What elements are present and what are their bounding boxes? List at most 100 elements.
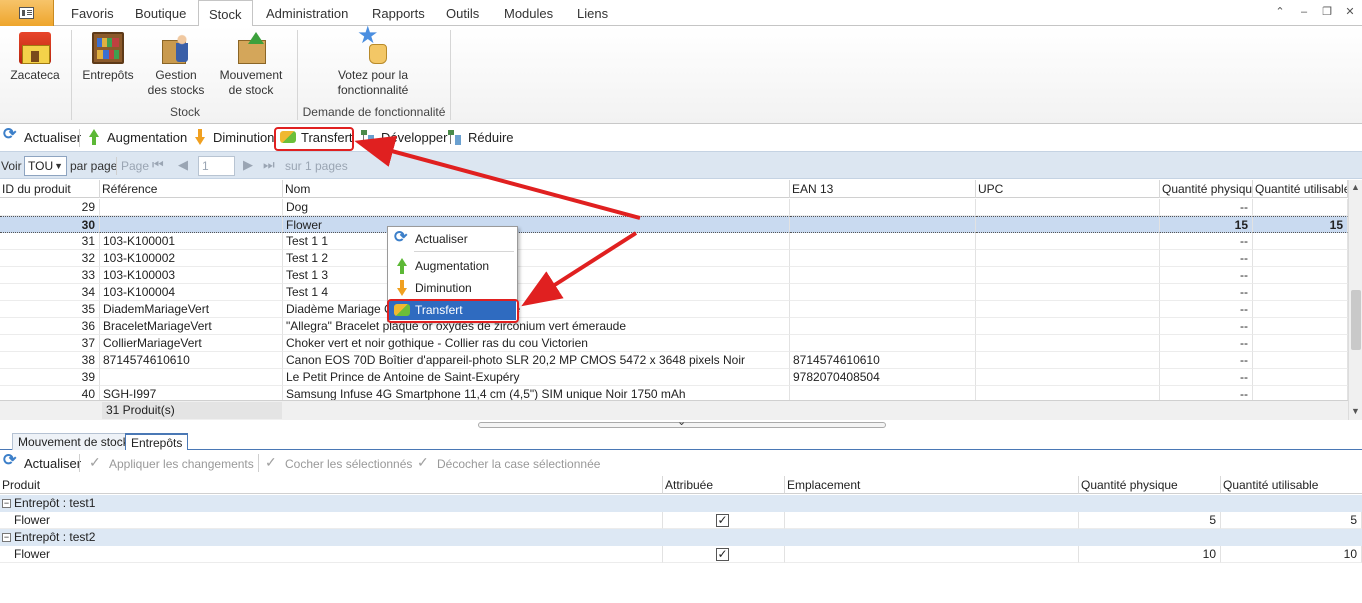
scroll-up-icon[interactable]: ▲ xyxy=(1351,182,1360,192)
ean13-cell xyxy=(790,199,976,216)
tab-outils[interactable]: Outils xyxy=(444,0,481,26)
table-row[interactable]: Flower ✓ 10 10 xyxy=(0,546,1362,563)
reduire-button[interactable]: Réduire xyxy=(447,129,514,147)
table-row[interactable]: 30 Flower 15 15 xyxy=(0,216,1348,233)
reference-cell xyxy=(100,216,283,233)
prev-page-icon[interactable]: ◀ xyxy=(178,157,188,173)
collapse-icon[interactable]: − xyxy=(2,499,11,508)
nom-cell: Le Petit Prince de Antoine de Saint-Exup… xyxy=(283,369,790,386)
developper-label: Développer xyxy=(381,130,448,145)
last-page-icon[interactable]: ⏭ xyxy=(263,157,275,173)
col-header-upc[interactable]: UPC xyxy=(976,180,1160,198)
tab-stock[interactable]: Stock xyxy=(198,0,253,27)
grid-vertical-scrollbar[interactable]: ▲ ▼ xyxy=(1348,180,1362,420)
table-row[interactable]: 40 SGH-I997 Samsung Infuse 4G Smartphone 1… xyxy=(0,386,1348,400)
qte-utilisable-cell xyxy=(1253,267,1348,284)
collapse-ribbon-icon[interactable]: ⌃ xyxy=(1274,6,1286,18)
scroll-thumb[interactable] xyxy=(1351,290,1361,350)
tab-modules[interactable]: Modules xyxy=(502,0,555,26)
ribbon: Zacateca Entrepôts Gestion des stocks Mo… xyxy=(0,26,1362,124)
col-header-id[interactable]: ID du produit xyxy=(0,180,100,198)
splitter-handle[interactable] xyxy=(478,415,886,428)
diminution-button[interactable]: Diminution xyxy=(192,129,274,147)
ctx-augmentation[interactable]: Augmentation xyxy=(389,256,516,276)
scroll-down-icon[interactable]: ▼ xyxy=(1351,406,1360,416)
col-header-ean13[interactable]: EAN 13 xyxy=(790,180,976,198)
reference-cell: 103-K100001 xyxy=(100,233,283,250)
restore-icon[interactable]: ❐ xyxy=(1321,6,1333,18)
appliquer-button[interactable]: Appliquer les changements xyxy=(88,453,254,473)
ctx-actualiser[interactable]: Actualiser xyxy=(389,228,516,249)
table-row[interactable]: 31 103-K100001 Test 1 1 -- xyxy=(0,233,1348,250)
tab-favoris[interactable]: Favoris xyxy=(69,0,116,26)
developper-button[interactable]: Développer xyxy=(360,129,448,147)
col-header-reference[interactable]: Référence xyxy=(100,180,283,198)
page-number-input[interactable]: 1 xyxy=(198,156,235,176)
per-page-select[interactable]: TOU ▼ xyxy=(24,156,67,176)
table-row[interactable]: 29 Dog -- xyxy=(0,199,1348,216)
table-row[interactable]: 34 103-K100004 Test 1 4 -- xyxy=(0,284,1348,301)
table-row[interactable]: 38 8714574610610 Canon EOS 70D Boîtier d'a… xyxy=(0,352,1348,369)
decocher-button[interactable]: Décocher la case sélectionnée xyxy=(416,453,600,473)
col-header-emplacement[interactable]: Emplacement xyxy=(785,476,1079,494)
gestion-label-1: Gestion xyxy=(155,68,197,82)
gestion-stocks-button[interactable]: Gestion des stocks xyxy=(144,32,208,98)
per-page-value: TOU xyxy=(28,159,54,173)
mouvement-stock-button[interactable]: Mouvement de stock xyxy=(214,32,288,98)
entrepots-button[interactable]: Entrepôts xyxy=(78,32,138,83)
ean13-cell xyxy=(790,386,976,400)
table-row[interactable]: 32 103-K100002 Test 1 2 -- xyxy=(0,250,1348,267)
col-header-nom[interactable]: Nom xyxy=(283,180,790,198)
panel-splitter[interactable] xyxy=(0,415,1362,430)
table-row[interactable]: Flower ✓ 5 5 xyxy=(0,512,1362,529)
table-row[interactable]: 33 103-K100003 Test 1 3 -- xyxy=(0,267,1348,284)
table-row[interactable]: 36 BraceletMariageVert "Allegra" Bracelet … xyxy=(0,318,1348,335)
tab-administration[interactable]: Administration xyxy=(264,0,350,26)
upc-cell xyxy=(976,233,1160,250)
tab-liens[interactable]: Liens xyxy=(575,0,610,26)
tab-mouvement-stock[interactable]: Mouvement de stock xyxy=(12,433,135,450)
zacateca-button[interactable]: Zacateca xyxy=(6,32,64,83)
emplacement-cell[interactable] xyxy=(785,512,1079,529)
group-row-test1[interactable]: − Entrepôt : test1 xyxy=(0,495,1362,512)
table-row[interactable]: 35DiademMariageVertDiadème Mariage Couro… xyxy=(0,301,1348,318)
col-header-qte-physique[interactable]: Quantité physique xyxy=(1160,180,1253,198)
col-header-attribuee[interactable]: Attribuée xyxy=(663,476,785,494)
augmentation-button[interactable]: Augmentation xyxy=(86,129,187,147)
table-row[interactable]: 39 Le Petit Prince de Antoine de Saint-Ex… xyxy=(0,369,1348,386)
table-row[interactable]: 37 CollierMariageVert Choker vert et noir … xyxy=(0,335,1348,352)
ctx-diminution[interactable]: Diminution xyxy=(389,278,516,298)
nom-cell: Choker vert et noir gothique - Collier r… xyxy=(283,335,790,352)
upc-cell xyxy=(976,250,1160,267)
minimize-icon[interactable]: – xyxy=(1298,6,1310,18)
close-icon[interactable]: ✕ xyxy=(1344,6,1356,18)
vote-star-icon xyxy=(357,28,389,64)
first-page-icon[interactable]: ⏮ xyxy=(152,157,164,173)
id-cell: 39 xyxy=(0,369,100,386)
chevron-down-icon: ▼ xyxy=(54,161,63,171)
col-header-qte-utilisable[interactable]: Quantité utilisable xyxy=(1253,180,1348,198)
tab-entrepots[interactable]: Entrepôts xyxy=(125,433,189,450)
emplacement-cell[interactable] xyxy=(785,546,1079,563)
cocher-button[interactable]: Cocher les sélectionnés xyxy=(264,453,412,473)
attribuee-checkbox[interactable]: ✓ xyxy=(716,548,729,561)
app-menu-button[interactable] xyxy=(0,0,54,26)
ean13-cell xyxy=(790,250,976,267)
qte-physique-cell[interactable]: 10 xyxy=(1079,546,1221,563)
warehouse-grid: Produit Attribuée Emplacement Quantité p… xyxy=(0,476,1362,603)
col-header-b-qte-utilisable[interactable]: Quantité utilisable xyxy=(1221,476,1362,494)
bottom-actualiser-button[interactable]: Actualiser xyxy=(3,452,81,473)
group-row-test2[interactable]: − Entrepôt : test2 xyxy=(0,529,1362,546)
qte-physique-cell[interactable]: 5 xyxy=(1079,512,1221,529)
warehouse-shelf-icon xyxy=(92,32,124,64)
col-header-b-qte-physique[interactable]: Quantité physique xyxy=(1079,476,1221,494)
actualiser-button[interactable]: Actualiser xyxy=(3,126,81,147)
next-page-icon[interactable]: ▶ xyxy=(243,157,253,173)
attribuee-checkbox[interactable]: ✓ xyxy=(716,514,729,527)
nom-cell: Flower xyxy=(283,216,790,233)
collapse-icon[interactable]: − xyxy=(2,533,11,542)
tab-boutique[interactable]: Boutique xyxy=(133,0,188,26)
nom-cell: Test 1 1 xyxy=(283,233,790,250)
col-header-produit[interactable]: Produit xyxy=(0,476,663,494)
vote-feature-button[interactable]: Votez pour la fonctionnalité xyxy=(318,28,428,98)
